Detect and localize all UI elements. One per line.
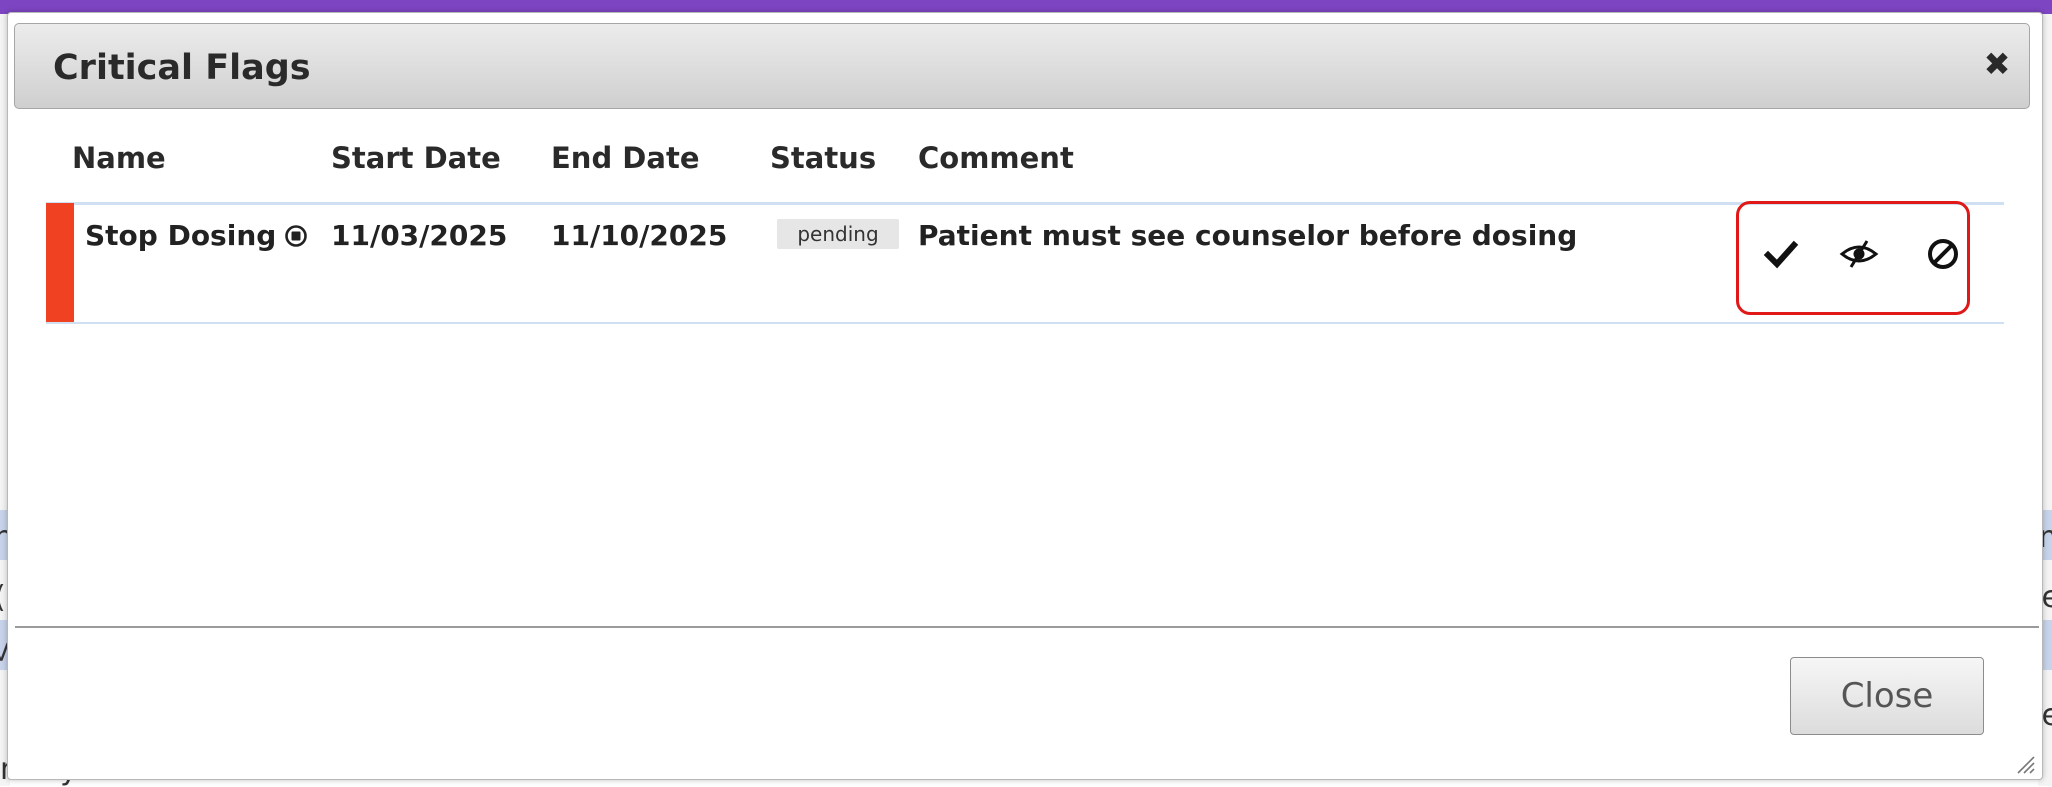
critical-flags-dialog: Critical Flags ✖ Name Start Date End Dat…	[7, 12, 2043, 780]
column-header-name: Name	[72, 141, 166, 175]
checkmark-icon[interactable]	[1759, 232, 1803, 276]
column-header-comment: Comment	[918, 141, 1074, 175]
column-header-start-date: Start Date	[331, 141, 501, 175]
status-badge: pending	[777, 219, 899, 249]
flag-name: Stop Dosing	[85, 219, 277, 252]
stop-circle-icon	[284, 222, 308, 255]
close-button[interactable]: Close	[1790, 657, 1984, 735]
comment-cell: Patient must see counselor before dosing	[918, 219, 1578, 252]
row-actions-group	[1736, 201, 1970, 315]
column-header-end-date: End Date	[551, 141, 700, 175]
dialog-titlebar[interactable]: Critical Flags ✖	[14, 23, 2030, 109]
column-header-status: Status	[770, 141, 877, 175]
flag-color-bar	[46, 203, 74, 322]
dialog-title: Critical Flags	[53, 48, 311, 88]
background-text-fragment: e	[2041, 580, 2052, 615]
flag-name-cell: Stop Dosing	[85, 219, 308, 255]
background-text-fragment: l	[0, 698, 2, 733]
ban-icon[interactable]	[1921, 232, 1965, 276]
resize-grip-icon[interactable]	[2014, 753, 2036, 775]
background-text-fragment: e	[2041, 698, 2052, 733]
table-row: Stop Dosing 11/03/2025 11/10/2025 pendin…	[46, 201, 2004, 324]
end-date-cell: 11/10/2025	[551, 219, 728, 252]
background-text-fragment: (	[0, 580, 6, 615]
close-icon[interactable]: ✖	[1979, 46, 2015, 82]
eye-slash-icon[interactable]	[1837, 232, 1881, 276]
footer-divider	[15, 626, 2039, 628]
start-date-cell: 11/03/2025	[331, 219, 508, 252]
